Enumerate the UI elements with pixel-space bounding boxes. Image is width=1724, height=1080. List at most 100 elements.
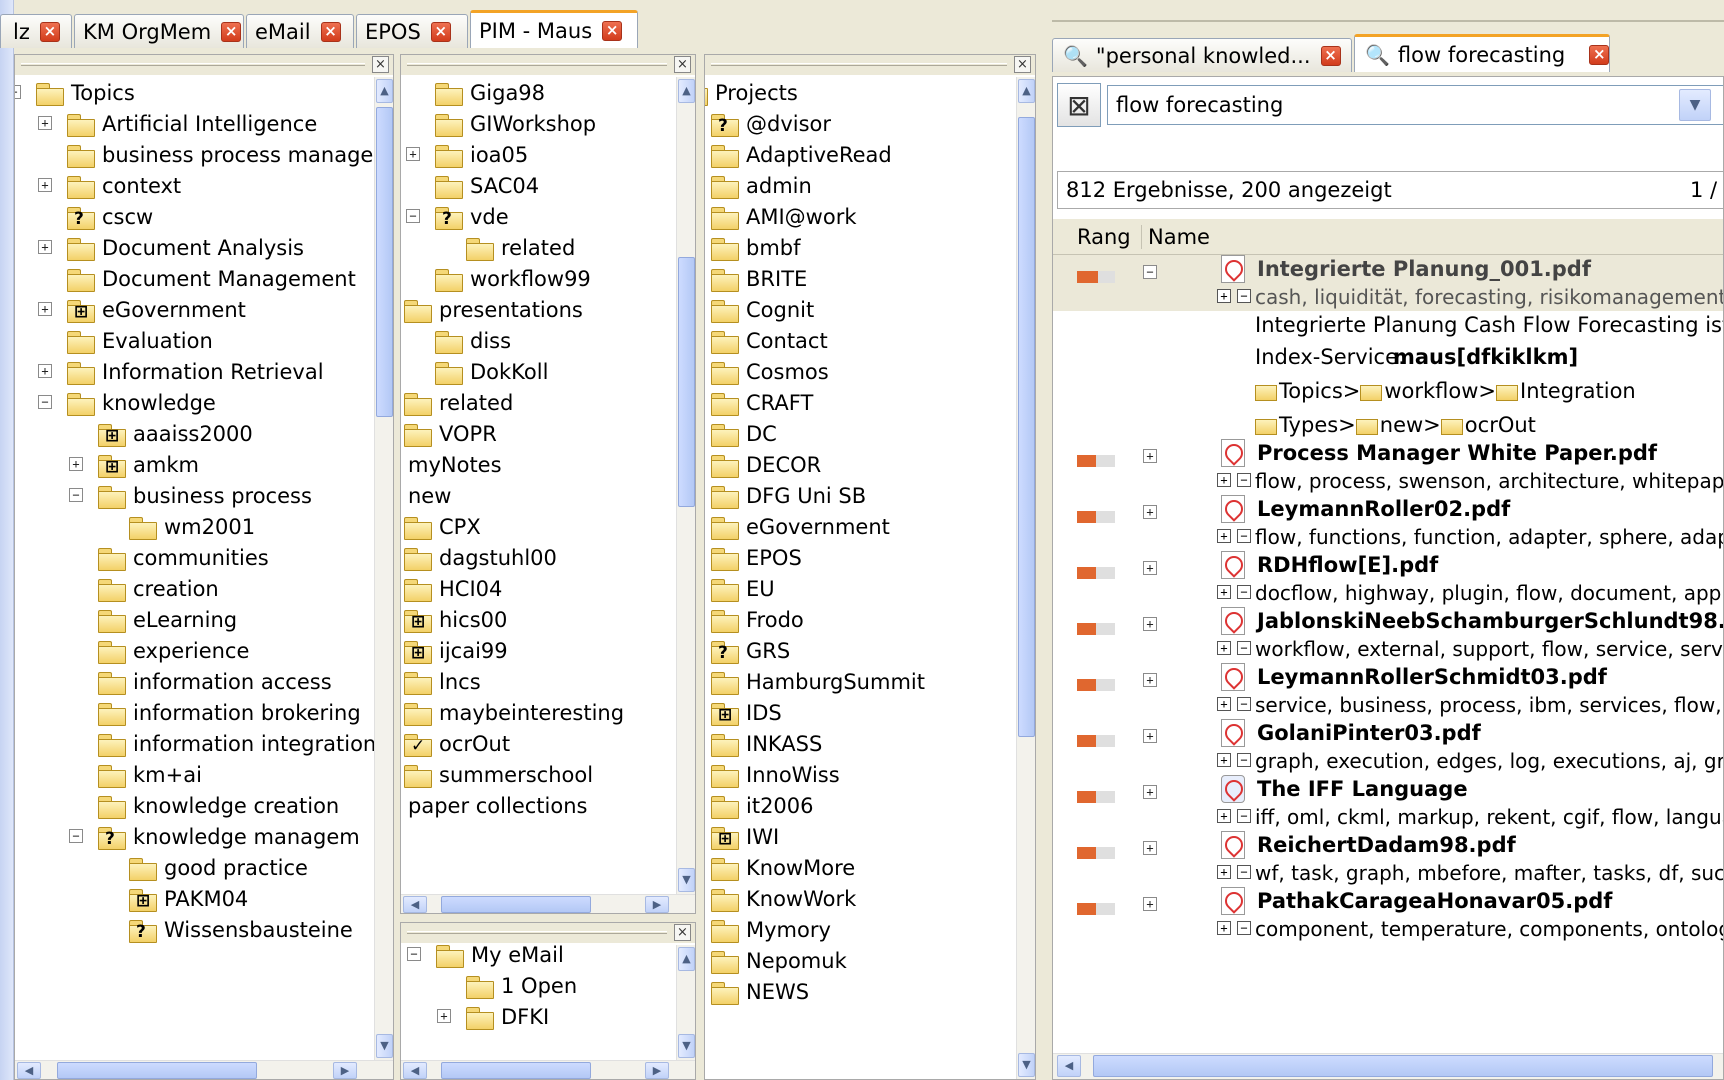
add-tag-icon[interactable]: +	[1217, 529, 1231, 543]
close-icon[interactable]: ×	[372, 56, 389, 73]
expand-icon[interactable]: +	[1143, 785, 1157, 799]
tree-node-evaluation[interactable]: Evaluation	[66, 325, 213, 356]
scroll-right-icon[interactable]: ▶	[645, 896, 669, 913]
tab-personal-knowledge-search[interactable]: 🔍 "personal knowled... ×	[1052, 38, 1352, 72]
tree-node-maybeinteresting[interactable]: maybeinteresting	[403, 697, 624, 728]
tree-node-news[interactable]: NEWS	[710, 976, 809, 1007]
add-tag-icon[interactable]: +	[1217, 865, 1231, 879]
result-item[interactable]: + RDHflow[E].pdf + − docflow, highway, plugi…	[1053, 551, 1723, 607]
tree-node-new[interactable]: −?new	[401, 480, 451, 511]
tree-node-presentations[interactable]: −presentations	[403, 294, 583, 325]
result-item[interactable]: − Integrierte Planung_001.pdf + − cash, liqu…	[1053, 255, 1723, 439]
tree-node-knowledge-creation[interactable]: knowledge creation	[97, 790, 339, 821]
tree-node-hamburgsummit[interactable]: HamburgSummit	[710, 666, 925, 697]
remove-tag-icon[interactable]: −	[1237, 289, 1251, 303]
tree-node-epos[interactable]: +EPOS	[710, 542, 802, 573]
remove-tag-icon[interactable]: −	[1237, 585, 1251, 599]
tree-node-knowledge[interactable]: − knowledge	[38, 387, 216, 418]
tree-node-nepomuk[interactable]: +Nepomuk	[710, 945, 847, 976]
remove-tag-icon[interactable]: −	[1237, 753, 1251, 767]
expand-icon[interactable]: +	[38, 116, 52, 130]
tree-node-wm2001[interactable]: wm2001	[128, 511, 255, 542]
tree-node-brite[interactable]: +BRITE	[710, 263, 807, 294]
result-title[interactable]: GolaniPinter03.pdf	[1257, 721, 1481, 745]
add-tag-icon[interactable]: +	[1217, 641, 1231, 655]
tree-node-projects[interactable]: −Projects	[705, 77, 798, 108]
tree-node-innowiss[interactable]: +InnoWiss	[710, 759, 840, 790]
horizontal-scrollbar[interactable]: ◀ ▶	[15, 1060, 393, 1079]
result-item[interactable]: + GolaniPinter03.pdf + − graph, execution, e…	[1053, 719, 1723, 775]
tree-node-related[interactable]: related	[465, 232, 575, 263]
add-tag-icon[interactable]: +	[1217, 697, 1231, 711]
add-tag-icon[interactable]: +	[1217, 289, 1231, 303]
tree-node-contact[interactable]: +Contact	[710, 325, 828, 356]
tree-node-information-retrieval[interactable]: + Information Retrieval	[38, 356, 324, 387]
tree-node-dagstuhl00[interactable]: dagstuhl00	[403, 542, 557, 573]
collapse-icon[interactable]: −	[1143, 265, 1157, 279]
tree-node-topics[interactable]: − Topics	[15, 77, 135, 108]
tree-node-frodo[interactable]: +Frodo	[710, 604, 804, 635]
tree-node-cognit[interactable]: Cognit	[710, 294, 814, 325]
remove-tag-icon[interactable]: −	[1237, 641, 1251, 655]
result-item[interactable]: + The IFF Language + − iff, oml, ckml, marku…	[1053, 775, 1723, 831]
col-rank[interactable]: Rang	[1077, 225, 1131, 249]
tree-node-hics00[interactable]: ⊞ hics00	[403, 604, 507, 635]
close-icon[interactable]: ×	[320, 21, 341, 42]
expand-icon[interactable]: +	[406, 147, 420, 161]
vertical-scrollbar[interactable]: ▲ ▼	[676, 77, 695, 894]
tree-node-amkm[interactable]: + ⊞ amkm	[69, 449, 199, 480]
result-item[interactable]: + LeymannRollerSchmidt03.pdf + − service, bu…	[1053, 663, 1723, 719]
path-segment[interactable]: ocrOut	[1465, 413, 1536, 437]
scroll-left-icon[interactable]: ◀	[403, 896, 427, 913]
tree-node-hci04[interactable]: HCI04	[403, 573, 502, 604]
tree-node-document-analysis[interactable]: + Document Analysis	[38, 232, 304, 263]
expand-icon[interactable]: +	[437, 1009, 451, 1023]
collapse-icon[interactable]: −	[407, 947, 421, 961]
tree-node-document-management[interactable]: Document Management	[66, 263, 356, 294]
tab-email[interactable]: eMail ×	[246, 14, 354, 48]
scroll-down-icon[interactable]: ▼	[376, 1034, 393, 1058]
result-item[interactable]: + JablonskiNeebSchamburgerSchlundt98.p + − w…	[1053, 607, 1723, 663]
vertical-scrollbar[interactable]: ▲ ▼	[374, 77, 393, 1060]
chevron-down-icon[interactable]: ▼	[1679, 89, 1711, 121]
tree-node-aaaiss2000[interactable]: ⊞ aaaiss2000	[97, 418, 253, 449]
close-icon[interactable]: ×	[430, 21, 451, 42]
tree-node-ami-work[interactable]: +AMI@work	[710, 201, 857, 232]
tree-node-vopr[interactable]: +VOPR	[403, 418, 497, 449]
tree-node-giga98[interactable]: Giga98	[434, 77, 545, 108]
tree-node-artificial-intelligence[interactable]: + Artificial Intelligence	[38, 108, 317, 139]
tree-node-dvisor[interactable]: ? @dvisor	[710, 108, 831, 139]
tree-node-business-process[interactable]: − business process	[69, 480, 312, 511]
expand-icon[interactable]: +	[1143, 505, 1157, 519]
expand-icon[interactable]: +	[69, 457, 83, 471]
add-tag-icon[interactable]: +	[1217, 753, 1231, 767]
tree-node-summerschool[interactable]: +summerschool	[403, 759, 593, 790]
scroll-thumb[interactable]	[57, 1062, 257, 1079]
path-segment[interactable]: workflow>	[1384, 379, 1496, 403]
scroll-up-icon[interactable]: ▲	[376, 79, 393, 103]
tree-node-cpx[interactable]: CPX	[403, 511, 481, 542]
tree-node-dfki[interactable]: + DFKI	[437, 1001, 549, 1032]
tree-node-dc[interactable]: +DC	[710, 418, 777, 449]
scroll-thumb[interactable]	[441, 1062, 591, 1079]
scroll-thumb[interactable]	[1093, 1055, 1713, 1077]
tree-node-cosmos[interactable]: +Cosmos	[710, 356, 829, 387]
expand-icon[interactable]: +	[1143, 449, 1157, 463]
tree-node-grs[interactable]: +?GRS	[710, 635, 790, 666]
expand-icon[interactable]: +	[38, 178, 52, 192]
tree-node-lncs[interactable]: +lncs	[403, 666, 481, 697]
result-item[interactable]: + Process Manager White Paper.pdf + − flow, …	[1053, 439, 1723, 495]
close-icon[interactable]: ×	[221, 21, 242, 42]
close-icon[interactable]: ×	[1320, 45, 1341, 66]
tree-node-communities[interactable]: communities	[97, 542, 269, 573]
tree-node-information-access[interactable]: information access	[97, 666, 332, 697]
close-icon[interactable]: ×	[674, 56, 691, 73]
add-tag-icon[interactable]: +	[1217, 809, 1231, 823]
tree-node-my-email[interactable]: − My eMail	[407, 945, 564, 970]
expand-icon[interactable]: +	[38, 302, 52, 316]
result-item[interactable]: + PathakCarageaHonavar05.pdf + − component, …	[1053, 887, 1723, 943]
tree-node-creation[interactable]: creation	[97, 573, 219, 604]
result-title[interactable]: ReichertDadam98.pdf	[1257, 833, 1516, 857]
tree-node-cscw[interactable]: ? cscw	[66, 201, 153, 232]
tab-lz[interactable]: lz ×	[0, 14, 72, 48]
